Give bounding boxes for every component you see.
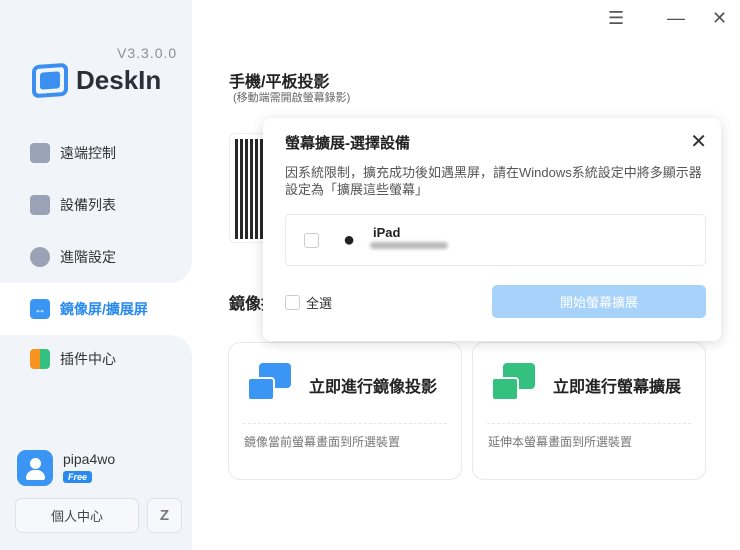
gear-icon	[30, 247, 50, 267]
mirror-card[interactable]: 立即進行鏡像投影 鏡像當前螢幕畫面到所選裝置	[228, 342, 462, 480]
minimize-icon[interactable]: —	[667, 8, 685, 29]
start-extend-button[interactable]: 開始螢幕擴展	[492, 285, 706, 318]
device-checkbox[interactable]	[304, 233, 319, 248]
sidebar-item-label: 遠端控制	[60, 145, 116, 161]
select-all-checkbox[interactable]	[285, 295, 300, 310]
device-list-icon	[30, 195, 50, 215]
deskin-logo-icon	[32, 62, 68, 99]
menu-icon[interactable]: ☰	[608, 8, 624, 29]
switch-icon[interactable]: Z	[147, 498, 182, 533]
profile-button[interactable]: 個人中心	[15, 498, 139, 533]
sidebar-item-label: 鏡像屏/擴展屏	[60, 301, 148, 317]
phone-projection-subtitle: (移動端需開啟螢幕錄影)	[233, 92, 351, 104]
dialog-description: 因系統限制，擴充成功後如遇黑屏，請在Windows系統設定中將多顯示器設定為「擴…	[285, 165, 702, 197]
plugin-icon	[30, 349, 50, 369]
avatar[interactable]	[17, 450, 53, 486]
apple-icon: ●	[343, 229, 356, 251]
extend-card-title: 立即進行螢幕擴展	[553, 379, 682, 396]
divider	[487, 423, 691, 424]
sidebar: V3.3.0.0 DeskIn 遠端控制 設備列表 進階設定 ↔ 鏡像屏/擴展屏 …	[0, 0, 192, 550]
sidebar-item-mirror-extend[interactable]: ↔ 鏡像屏/擴展屏	[10, 284, 192, 334]
close-icon[interactable]: ✕	[712, 8, 727, 29]
plan-badge: Free	[63, 471, 93, 483]
select-device-dialog: 螢幕擴展-選擇設備 ✕ 因系統限制，擴充成功後如遇黑屏，請在Windows系統設…	[263, 118, 721, 341]
divider	[243, 423, 447, 424]
sidebar-item-plugins[interactable]: 插件中心	[10, 334, 192, 384]
app-version: V3.3.0.0	[117, 45, 178, 61]
sidebar-item-label: 進階設定	[60, 249, 116, 265]
sidebar-item-device-list[interactable]: 設備列表	[10, 180, 192, 230]
username: pipa4wo	[63, 451, 116, 467]
sidebar-item-settings[interactable]: 進階設定	[10, 232, 192, 282]
device-name: iPad	[373, 225, 401, 240]
select-all[interactable]: 全選	[285, 293, 332, 312]
mirror-extend-icon: ↔	[30, 299, 50, 319]
app-logo: DeskIn	[32, 62, 162, 99]
extend-card-desc: 延伸本螢幕畫面到所選裝置	[488, 435, 633, 449]
redacted-device-id	[370, 242, 448, 249]
remote-control-icon	[30, 143, 50, 163]
sidebar-item-label: 插件中心	[60, 351, 116, 367]
sidebar-item-remote-control[interactable]: 遠端控制	[10, 128, 192, 178]
extend-card[interactable]: 立即進行螢幕擴展 延伸本螢幕畫面到所選裝置	[472, 342, 706, 480]
mirror-card-desc: 鏡像當前螢幕畫面到所選裝置	[244, 435, 401, 449]
dialog-title: 螢幕擴展-選擇設備	[285, 135, 410, 152]
dialog-close-icon[interactable]: ✕	[690, 129, 707, 154]
device-row[interactable]: ● iPad	[285, 214, 706, 266]
user-info: pipa4wo Free	[17, 450, 115, 486]
app-name: DeskIn	[76, 65, 162, 95]
mirror-card-title: 立即進行鏡像投影	[309, 379, 438, 396]
select-all-label: 全選	[306, 296, 333, 311]
sidebar-item-label: 設備列表	[60, 197, 116, 213]
